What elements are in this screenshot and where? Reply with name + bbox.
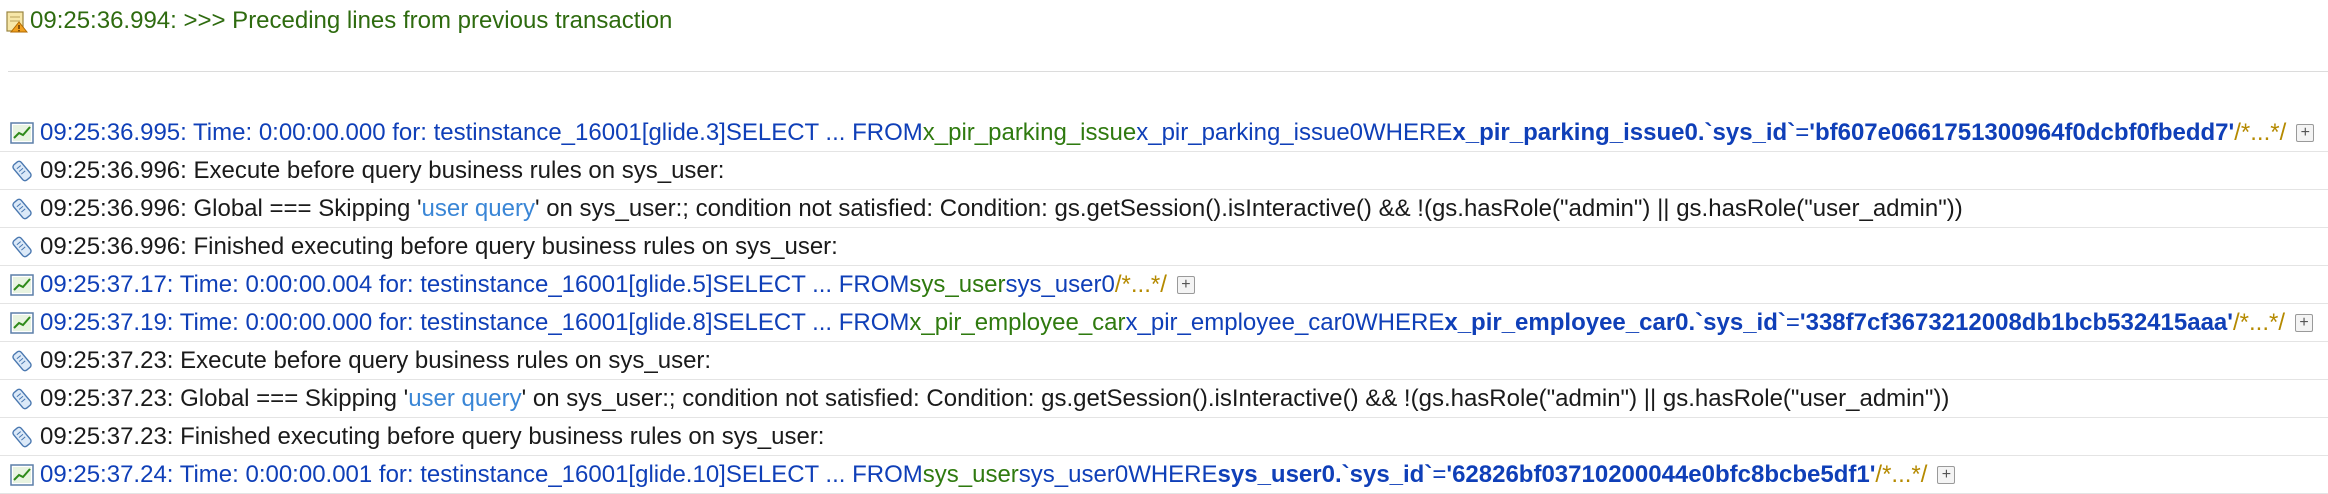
skip-text-end: ' on sys_user:; condition not satisfied:…	[534, 194, 1963, 222]
skip-text-start: 09:25:36.996: Global === Skipping '	[40, 194, 422, 222]
log-row[interactable]: 09:25:37.19: Time: 0:00:00.000 for: test…	[0, 304, 2328, 342]
business-rule-link[interactable]: user query	[422, 195, 535, 223]
scroll-icon	[8, 233, 36, 261]
where-column: sys_user0.`sys_id`	[1217, 460, 1433, 488]
equals-sign: =	[1795, 118, 1810, 146]
sys-id-value: 'bf607e0661751300964f0dcbf0fbedd7'	[1809, 118, 2235, 146]
chart-icon	[8, 271, 36, 299]
sql-where: WHERE	[1355, 308, 1445, 336]
log-list: 09:25:36.995: Time: 0:00:00.000 for: tes…	[0, 114, 2328, 494]
scroll-icon	[8, 423, 36, 451]
chart-icon	[8, 309, 36, 337]
skip-text-end: ' on sys_user:; condition not satisfied:…	[521, 384, 1950, 412]
table-name: sys_user	[909, 270, 1006, 298]
sql-comment: /*...*/	[2232, 308, 2285, 336]
where-column: x_pir_parking_issue0.`sys_id`	[1452, 118, 1796, 146]
scroll-icon	[8, 157, 36, 185]
equals-sign: =	[1785, 308, 1800, 336]
sql-comment: /*...*/	[1875, 460, 1928, 488]
skip-text-start: 09:25:37.23: Global === Skipping '	[40, 384, 409, 412]
log-row[interactable]: 09:25:36.995: Time: 0:00:00.000 for: tes…	[0, 114, 2328, 152]
log-row[interactable]: 09:25:36.996: Global === Skipping ' user …	[0, 190, 2328, 228]
scroll-icon	[8, 347, 36, 375]
log-row[interactable]: 09:25:36.996: Execute before query busin…	[0, 152, 2328, 190]
sys-id-value: '338f7cf3673212008db1bcb532415aaa'	[1799, 308, 2233, 336]
log-row[interactable]: 09:25:37.23: Execute before query busine…	[0, 342, 2328, 380]
divider	[8, 71, 2328, 72]
log-prefix: 09:25:37.17: Time: 0:00:00.004 for: test…	[40, 270, 713, 298]
table-alias: sys_user0	[1005, 270, 1115, 298]
transaction-log-view: 09:25:36.994: >>> Preceding lines from p…	[0, 0, 2328, 494]
table-alias: x_pir_employee_car0	[1125, 308, 1355, 336]
expand-icon[interactable]: +	[2295, 313, 2313, 332]
table-alias: x_pir_parking_issue0	[1136, 118, 1364, 146]
sql-select: SELECT ... FROM	[725, 460, 923, 488]
chart-icon	[8, 119, 36, 147]
expand-icon[interactable]: +	[1937, 465, 1956, 484]
sql-select: SELECT ... FROM	[712, 308, 910, 336]
log-prefix: 09:25:37.24: Time: 0:00:00.001 for: test…	[40, 460, 726, 488]
log-text: 09:25:36.996: Execute before query busin…	[40, 156, 725, 184]
log-row[interactable]: 09:25:36.996: Finished executing before …	[0, 228, 2328, 266]
chart-icon	[8, 461, 36, 489]
log-row[interactable]: 09:25:37.23: Global === Skipping ' user q…	[0, 380, 2328, 418]
sys-id-value: '62826bf03710200044e0bfc8bcbe5df1'	[1446, 460, 1876, 488]
scroll-icon	[8, 385, 36, 413]
sql-comment: /*...*/	[2234, 118, 2287, 146]
sql-where: WHERE	[1363, 118, 1453, 146]
log-row[interactable]: 09:25:37.17: Time: 0:00:00.004 for: test…	[0, 266, 2328, 304]
log-text: 09:25:36.996: Finished executing before …	[40, 232, 838, 260]
table-name: x_pir_employee_car	[909, 308, 1126, 336]
log-text: 09:25:37.23: Finished executing before q…	[40, 422, 825, 450]
equals-sign: =	[1432, 460, 1447, 488]
previous-transaction-line[interactable]: 09:25:36.994: >>> Preceding lines from p…	[6, 4, 672, 38]
log-prefix: 09:25:36.995: Time: 0:00:00.000 for: tes…	[40, 118, 726, 146]
previous-transaction-text: 09:25:36.994: >>> Preceding lines from p…	[30, 7, 673, 34]
log-row[interactable]: 09:25:37.23: Finished executing before q…	[0, 418, 2328, 456]
table-alias: sys_user0	[1018, 460, 1129, 488]
sql-where: WHERE	[1128, 460, 1218, 488]
table-name: x_pir_parking_issue	[922, 118, 1137, 146]
where-column: x_pir_employee_car0.`sys_id`	[1444, 308, 1786, 336]
business-rule-link[interactable]: user query	[408, 385, 521, 413]
table-name: sys_user	[922, 460, 1019, 488]
log-row[interactable]: 09:25:37.24: Time: 0:00:00.001 for: test…	[0, 456, 2328, 494]
sql-select: SELECT ... FROM	[725, 118, 923, 146]
sql-comment: /*...*/	[1114, 270, 1167, 298]
warning-note-icon	[6, 9, 28, 33]
log-prefix: 09:25:37.19: Time: 0:00:00.000 for: test…	[40, 308, 713, 336]
expand-icon[interactable]: +	[2296, 123, 2315, 142]
scroll-icon	[8, 195, 36, 223]
expand-icon[interactable]: +	[1176, 275, 1195, 294]
sql-select: SELECT ... FROM	[712, 270, 910, 298]
log-text: 09:25:37.23: Execute before query busine…	[40, 346, 712, 374]
